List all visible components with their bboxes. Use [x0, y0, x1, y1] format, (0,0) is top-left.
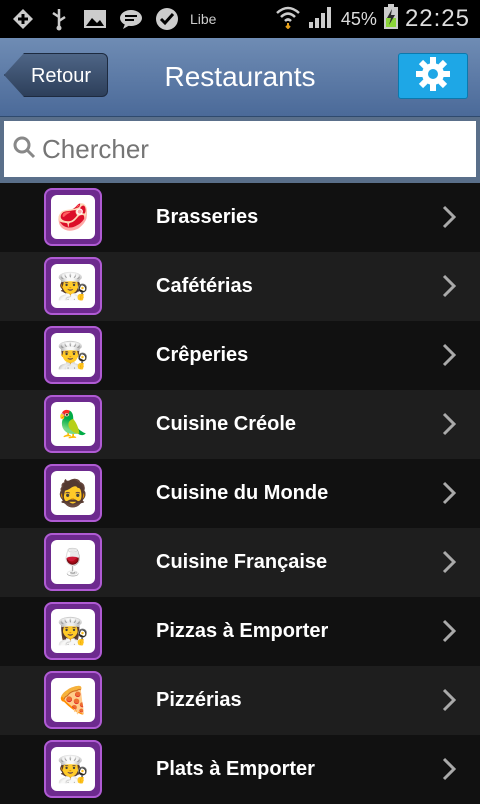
list-item-brasseries[interactable]: 🥩 Brasseries — [0, 183, 480, 252]
search-field[interactable] — [4, 121, 476, 177]
usb-icon — [46, 7, 72, 31]
notification-icons: Libe — [10, 7, 216, 31]
add-icon — [10, 7, 36, 31]
wine-plate-icon: 🍷 — [51, 540, 95, 584]
waitress-icon: 🧑‍🍳 — [51, 264, 95, 308]
chevron-right-icon — [442, 550, 456, 574]
chevron-right-icon — [442, 757, 456, 781]
signal-icon — [307, 5, 335, 34]
app-header: Restaurants Retour — [0, 38, 480, 117]
chevron-right-icon — [442, 343, 456, 367]
search-input[interactable] — [40, 132, 444, 166]
status-bar: Libe 45% 22:25 — [0, 0, 480, 38]
list-item-cuisine-du-monde[interactable]: 🧔 Cuisine du Monde — [0, 459, 480, 528]
list-item-cuisine-francaise[interactable]: 🍷 Cuisine Française — [0, 528, 480, 597]
list-item-plats-a-emporter[interactable]: 🧑‍🍳 Plats à Emporter — [0, 735, 480, 804]
image-icon — [82, 7, 108, 31]
list-item-creperies[interactable]: 👨‍🍳 Crêperies — [0, 321, 480, 390]
list-item-label: Brasseries — [156, 206, 259, 228]
battery-charging-icon — [383, 3, 399, 35]
parrot-icon: 🦜 — [51, 402, 95, 446]
search-bar — [0, 117, 480, 183]
cuisine-francaise-thumbnail: 🍷 — [44, 533, 102, 591]
check-icon — [154, 7, 180, 31]
pizzas-a-emporter-thumbnail: 👩‍🍳 — [44, 602, 102, 660]
list-item-label: Crêperies — [156, 344, 249, 366]
list-item-cuisine-creole[interactable]: 🦜 Cuisine Créole — [0, 390, 480, 459]
chevron-right-icon — [442, 274, 456, 298]
cuisine-creole-thumbnail: 🦜 — [44, 395, 102, 453]
list-item-label: Cuisine Française — [156, 551, 328, 573]
clock: 22:25 — [404, 5, 470, 32]
chef-cloche-icon: 🧑‍🍳 — [51, 747, 95, 791]
battery-percentage: 45% — [340, 8, 377, 29]
wifi-icon — [275, 5, 301, 34]
chevron-right-icon — [442, 481, 456, 505]
search-icon — [12, 135, 36, 164]
list-item-pizzas-a-emporter[interactable]: 👩‍🍳 Pizzas à Emporter — [0, 597, 480, 666]
list-item-label: Plats à Emporter — [156, 758, 315, 780]
cuisine-du-monde-thumbnail: 🧔 — [44, 464, 102, 522]
list-item-label: Pizzas à Emporter — [156, 620, 329, 642]
list-item-label: Pizzérias — [156, 689, 242, 711]
list-item-label: Cafétérias — [156, 275, 253, 297]
creperies-thumbnail: 👨‍🍳 — [44, 326, 102, 384]
gear-icon — [414, 55, 452, 98]
libe-icon: Libe — [190, 11, 217, 27]
pizza-chef-icon: 🍕 — [51, 678, 95, 722]
settings-button[interactable] — [398, 53, 468, 99]
back-button[interactable]: Retour — [4, 53, 108, 97]
list-item-cafeterias[interactable]: 🧑‍🍳 Cafétérias — [0, 252, 480, 321]
list-item-label: Cuisine du Monde — [156, 482, 329, 504]
chat-icon — [118, 7, 144, 31]
waiter-fez-icon: 🧔 — [51, 471, 95, 515]
chevron-right-icon — [442, 619, 456, 643]
chef-icon: 👨‍🍳 — [51, 333, 95, 377]
brasseries-thumbnail: 🥩 — [44, 188, 102, 246]
chevron-right-icon — [442, 688, 456, 712]
plats-a-emporter-thumbnail: 🧑‍🍳 — [44, 740, 102, 798]
steak-plate-icon: 🥩 — [51, 195, 95, 239]
pizzerias-thumbnail: 🍕 — [44, 671, 102, 729]
chevron-right-icon — [442, 205, 456, 229]
list-item-pizzerias[interactable]: 🍕 Pizzérias — [0, 666, 480, 735]
system-indicators: 45% 22:25 — [275, 3, 470, 35]
chevron-right-icon — [442, 412, 456, 436]
waitress-icon: 👩‍🍳 — [51, 609, 95, 653]
list-item-label: Cuisine Créole — [156, 413, 297, 435]
restaurant-category-list: 🥩 Brasseries 🧑‍🍳 Cafétérias 👨‍🍳 Crêperie… — [0, 183, 480, 804]
cafeterias-thumbnail: 🧑‍🍳 — [44, 257, 102, 315]
